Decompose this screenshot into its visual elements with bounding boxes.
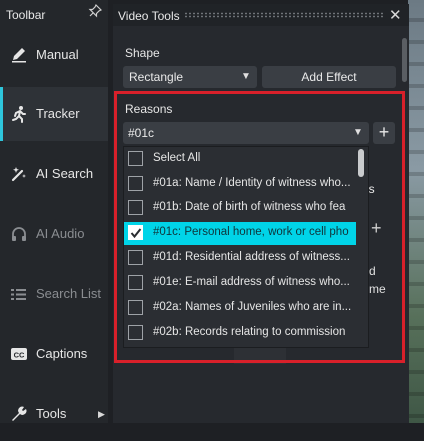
toolbar: Toolbar Manual Tracker AI Search AI Audi… — [0, 0, 108, 423]
toolbar-item-label: AI Audio — [36, 226, 85, 241]
toolbar-item-tracker[interactable]: Tracker — [0, 87, 108, 141]
chevron-right-icon: ▶ — [98, 409, 105, 419]
highlight-box — [114, 91, 405, 363]
toolbar-item-tools[interactable]: Tools ▶ — [0, 387, 108, 441]
video-preview-overlay — [408, 0, 424, 423]
panel-scrollbar[interactable] — [402, 38, 407, 82]
wrench-icon — [10, 405, 28, 423]
toolbar-item-label: Search List — [36, 286, 102, 301]
close-icon[interactable]: ✕ — [389, 6, 402, 24]
toolbar-item-search-list[interactable]: Search List — [0, 267, 108, 321]
shape-label: Shape — [125, 46, 160, 60]
toolbar-item-captions[interactable]: CC Captions — [0, 327, 108, 381]
svg-text:CC: CC — [14, 351, 25, 360]
magic-wand-icon — [10, 165, 28, 183]
shape-value: Rectangle — [129, 70, 184, 84]
pin-icon[interactable] — [88, 3, 103, 21]
pencil-icon — [10, 46, 28, 64]
toolbar-item-manual[interactable]: Manual — [0, 28, 108, 82]
panel-title: Video Tools — [118, 9, 180, 23]
toolbar-item-label: AI Search — [36, 166, 94, 181]
toolbar-item-label: Manual — [36, 47, 79, 62]
toolbar-title: Toolbar — [6, 8, 46, 22]
toolbar-item-ai-search[interactable]: AI Search — [0, 147, 108, 201]
list-icon — [10, 285, 28, 303]
headphones-icon — [10, 225, 28, 243]
chevron-down-icon: ▼ — [241, 71, 251, 82]
toolbar-item-label: Tracker — [36, 106, 80, 121]
shape-dropdown[interactable]: Rectangle ▼ — [123, 66, 257, 88]
add-effect-button[interactable]: Add Effect — [262, 66, 396, 88]
drag-handle[interactable] — [184, 12, 384, 18]
cc-icon: CC — [10, 345, 28, 363]
toolbar-item-label: Tools — [36, 406, 67, 421]
running-person-icon — [10, 105, 28, 123]
panel-header[interactable]: Video Tools ✕ — [113, 4, 409, 26]
toolbar-item-ai-audio[interactable]: AI Audio — [0, 207, 108, 261]
toolbar-item-label: Captions — [36, 346, 88, 361]
